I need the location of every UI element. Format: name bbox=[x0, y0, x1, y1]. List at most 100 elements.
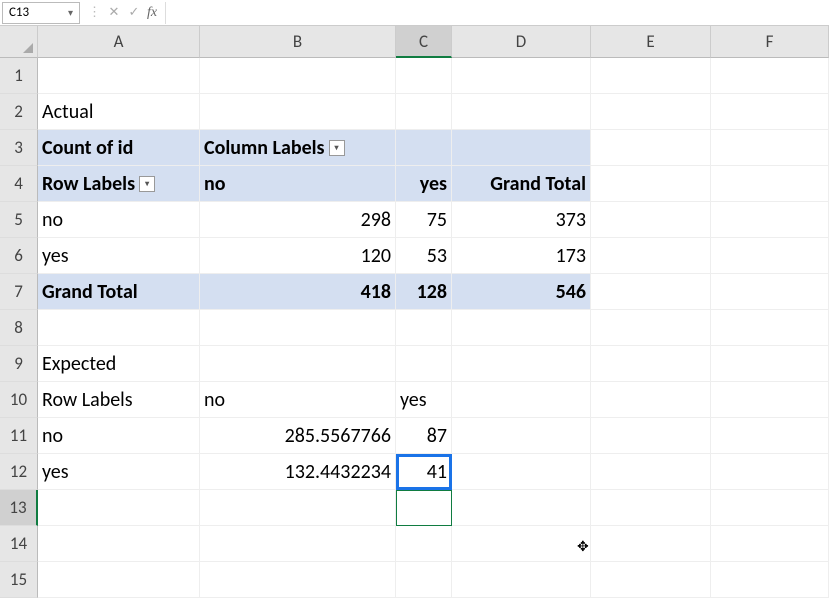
cell-F5[interactable] bbox=[711, 202, 829, 238]
cancel-icon[interactable]: ✕ bbox=[107, 5, 121, 20]
row-header-6[interactable]: 6 bbox=[0, 238, 38, 274]
cell-B11[interactable]: 285.5567766 bbox=[200, 418, 396, 454]
cell-A9[interactable]: Expected bbox=[38, 346, 200, 382]
cell-C15[interactable] bbox=[396, 562, 452, 598]
chevron-down-icon[interactable]: ▾ bbox=[68, 6, 73, 19]
cell-C7[interactable]: 128 bbox=[396, 274, 452, 310]
row-header-1[interactable]: 1 bbox=[0, 58, 38, 94]
cell-C11[interactable]: 87 bbox=[396, 418, 452, 454]
select-all-corner[interactable] bbox=[0, 26, 38, 58]
row-header-13[interactable]: 13 bbox=[0, 490, 38, 526]
cell-A2[interactable]: Actual bbox=[38, 94, 200, 130]
cell-A1[interactable] bbox=[38, 58, 200, 94]
cell-D3[interactable] bbox=[452, 130, 591, 166]
cell-A13[interactable] bbox=[38, 490, 200, 526]
cell-C3[interactable] bbox=[396, 130, 452, 166]
row-header-15[interactable]: 15 bbox=[0, 562, 38, 598]
cell-E14[interactable] bbox=[591, 526, 711, 562]
col-header-C[interactable]: C bbox=[396, 26, 452, 58]
cell-B10[interactable]: no bbox=[200, 382, 396, 418]
cell-D12[interactable] bbox=[452, 454, 591, 490]
cell-B15[interactable] bbox=[200, 562, 396, 598]
cell-F8[interactable] bbox=[711, 310, 829, 346]
col-header-B[interactable]: B bbox=[200, 26, 396, 58]
cell-B9[interactable] bbox=[200, 346, 396, 382]
cell-D8[interactable] bbox=[452, 310, 591, 346]
cell-D5[interactable]: 373 bbox=[452, 202, 591, 238]
cell-E11[interactable] bbox=[591, 418, 711, 454]
cell-A15[interactable] bbox=[38, 562, 200, 598]
row-header-2[interactable]: 2 bbox=[0, 94, 38, 130]
cell-C13[interactable] bbox=[396, 490, 452, 526]
cell-E15[interactable] bbox=[591, 562, 711, 598]
name-box[interactable]: C13 ▾ bbox=[2, 2, 80, 24]
cell-C12[interactable]: 41 bbox=[396, 454, 452, 490]
cell-F7[interactable] bbox=[711, 274, 829, 310]
col-header-D[interactable]: D bbox=[452, 26, 591, 58]
cell-F3[interactable] bbox=[711, 130, 829, 166]
cell-D14[interactable] bbox=[452, 526, 591, 562]
cell-F2[interactable] bbox=[711, 94, 829, 130]
cell-E9[interactable] bbox=[591, 346, 711, 382]
cell-E4[interactable] bbox=[591, 166, 711, 202]
cell-C6[interactable]: 53 bbox=[396, 238, 452, 274]
row-header-10[interactable]: 10 bbox=[0, 382, 38, 418]
cell-D9[interactable] bbox=[452, 346, 591, 382]
cell-A7[interactable]: Grand Total bbox=[38, 274, 200, 310]
formula-input[interactable] bbox=[165, 2, 829, 24]
cell-B2[interactable] bbox=[200, 94, 396, 130]
cell-B4[interactable]: no bbox=[200, 166, 396, 202]
cell-D7[interactable]: 546 bbox=[452, 274, 591, 310]
cell-F15[interactable] bbox=[711, 562, 829, 598]
cell-C14[interactable] bbox=[396, 526, 452, 562]
cell-D15[interactable] bbox=[452, 562, 591, 598]
cell-A12[interactable]: yes bbox=[38, 454, 200, 490]
enter-icon[interactable]: ✓ bbox=[127, 5, 141, 20]
fx-icon[interactable]: fx bbox=[147, 5, 157, 21]
cell-C10[interactable]: yes bbox=[396, 382, 452, 418]
cell-B6[interactable]: 120 bbox=[200, 238, 396, 274]
cell-A8[interactable] bbox=[38, 310, 200, 346]
cell-C5[interactable]: 75 bbox=[396, 202, 452, 238]
cell-E12[interactable] bbox=[591, 454, 711, 490]
cell-E8[interactable] bbox=[591, 310, 711, 346]
cell-F6[interactable] bbox=[711, 238, 829, 274]
cell-F12[interactable] bbox=[711, 454, 829, 490]
cell-E3[interactable] bbox=[591, 130, 711, 166]
cell-A14[interactable] bbox=[38, 526, 200, 562]
cell-B13[interactable] bbox=[200, 490, 396, 526]
cell-B12[interactable]: 132.4432234 bbox=[200, 454, 396, 490]
row-header-12[interactable]: 12 bbox=[0, 454, 38, 490]
row-header-8[interactable]: 8 bbox=[0, 310, 38, 346]
row-header-5[interactable]: 5 bbox=[0, 202, 38, 238]
row-header-4[interactable]: 4 bbox=[0, 166, 38, 202]
row-labels-dropdown-icon[interactable]: ▾ bbox=[139, 176, 155, 192]
row-header-14[interactable]: 14 bbox=[0, 526, 38, 562]
cell-A3[interactable]: Count of id bbox=[38, 130, 200, 166]
col-header-A[interactable]: A bbox=[38, 26, 200, 58]
cell-C8[interactable] bbox=[396, 310, 452, 346]
cell-E2[interactable] bbox=[591, 94, 711, 130]
cell-E6[interactable] bbox=[591, 238, 711, 274]
cell-D4[interactable]: Grand Total bbox=[452, 166, 591, 202]
cell-F10[interactable] bbox=[711, 382, 829, 418]
cell-B1[interactable] bbox=[200, 58, 396, 94]
cell-A11[interactable]: no bbox=[38, 418, 200, 454]
spreadsheet-grid[interactable]: A B C D E F 1 2 Actual 3 C bbox=[0, 26, 829, 599]
cell-F9[interactable] bbox=[711, 346, 829, 382]
cell-C2[interactable] bbox=[396, 94, 452, 130]
row-header-7[interactable]: 7 bbox=[0, 274, 38, 310]
cell-F14[interactable] bbox=[711, 526, 829, 562]
cell-E10[interactable] bbox=[591, 382, 711, 418]
cell-A6[interactable]: yes bbox=[38, 238, 200, 274]
row-header-9[interactable]: 9 bbox=[0, 346, 38, 382]
cell-D1[interactable] bbox=[452, 58, 591, 94]
cell-F1[interactable] bbox=[711, 58, 829, 94]
cell-E1[interactable] bbox=[591, 58, 711, 94]
row-header-11[interactable]: 11 bbox=[0, 418, 38, 454]
col-header-E[interactable]: E bbox=[591, 26, 711, 58]
col-header-F[interactable]: F bbox=[711, 26, 829, 58]
cell-F11[interactable] bbox=[711, 418, 829, 454]
cell-B5[interactable]: 298 bbox=[200, 202, 396, 238]
cell-F13[interactable] bbox=[711, 490, 829, 526]
